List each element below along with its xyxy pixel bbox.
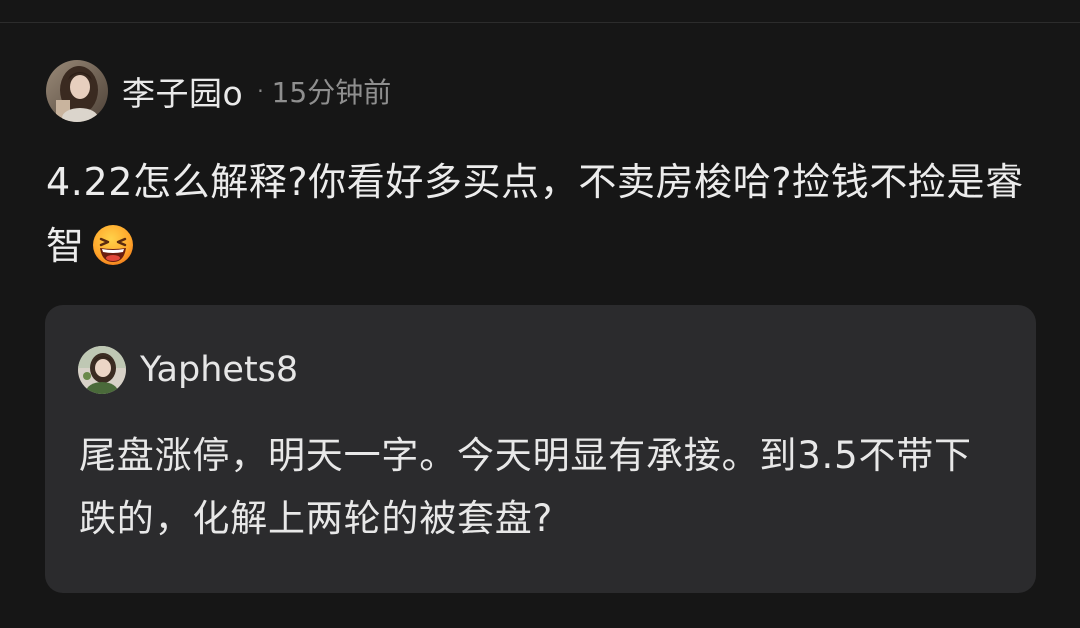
- grinning-squinting-face-icon: [92, 225, 133, 265]
- quote-author-name[interactable]: Yaphets8: [140, 350, 298, 390]
- post-content: 4.22怎么解释?你看好多买点，不卖房梭哈?捡钱不捡是睿智: [46, 150, 1046, 278]
- comment-screen: 李子园o · 15分钟前 4.22怎么解释?你看好多买点，不卖房梭哈?捡钱不捡是…: [0, 0, 1080, 628]
- top-divider: [0, 22, 1080, 23]
- author-avatar[interactable]: [46, 60, 108, 122]
- post-text: 4.22怎么解释?你看好多买点，不卖房梭哈?捡钱不捡是睿智: [46, 160, 1024, 268]
- quoted-comment-card[interactable]: Yaphets8 尾盘涨停，明天一字。今天明显有承接。到3.5不带下跌的，化解上…: [45, 305, 1036, 593]
- quote-text: 尾盘涨停，明天一字。今天明显有承接。到3.5不带下跌的，化解上两轮的被套盘?: [79, 434, 972, 540]
- meta-separator: ·: [257, 79, 264, 103]
- post-timestamp: 15分钟前: [271, 76, 392, 109]
- author-avatar-image: [46, 60, 108, 122]
- quote-header: Yaphets8: [78, 345, 298, 395]
- post-header: 李子园o · 15分钟前: [46, 59, 391, 123]
- author-name[interactable]: 李子园o: [122, 67, 243, 115]
- quote-author-avatar[interactable]: [78, 346, 126, 394]
- quote-avatar-image: [78, 346, 126, 394]
